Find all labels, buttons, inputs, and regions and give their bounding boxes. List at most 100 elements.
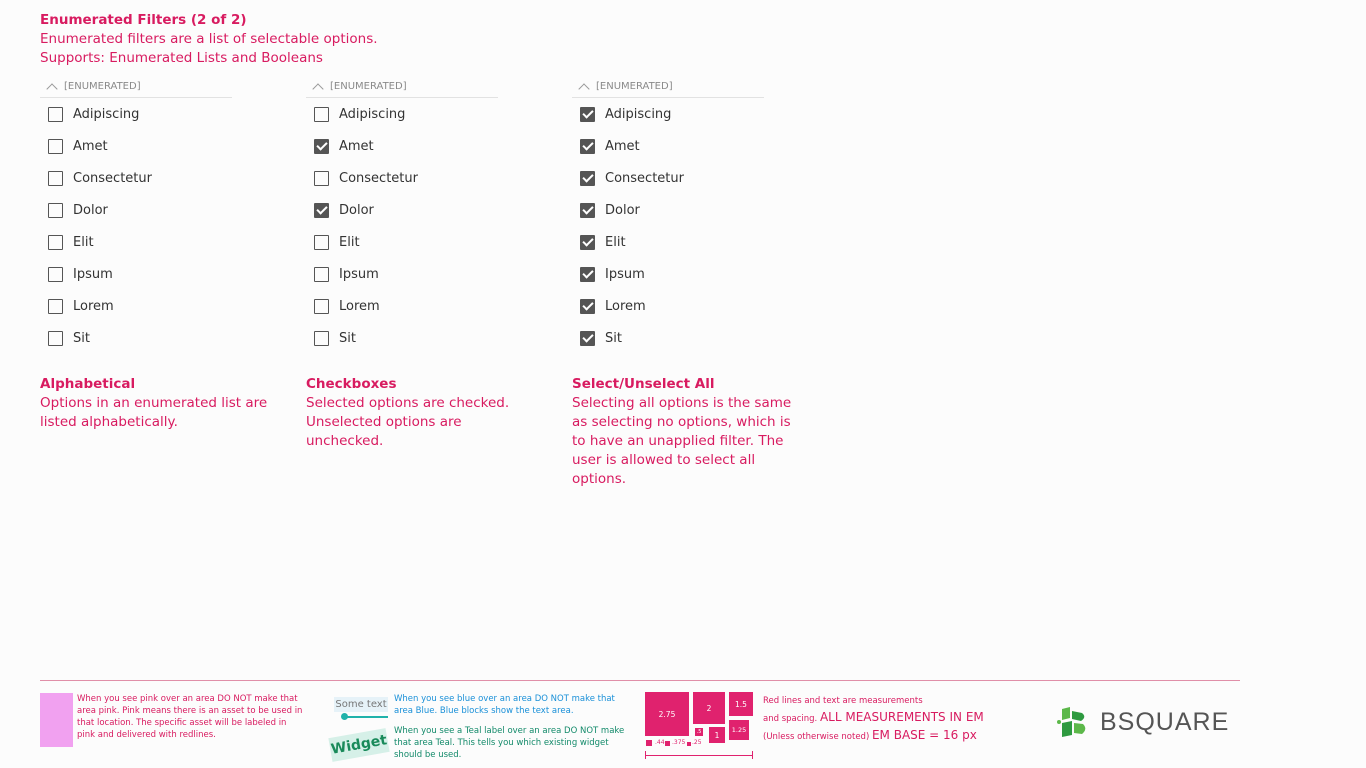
- filter-option-label: Lorem: [605, 298, 646, 314]
- enumerated-filter-3: [ENUMERATED] Adipiscing Amet Consectetur Dol…: [572, 76, 764, 354]
- filter-option[interactable]: Consectetur: [572, 162, 764, 194]
- filter-header-label: [ENUMERATED]: [330, 81, 407, 92]
- filter-option[interactable]: Dolor: [306, 194, 498, 226]
- filter-header-label: [ENUMERATED]: [64, 81, 141, 92]
- checkbox-unchecked[interactable]: [48, 138, 63, 154]
- note-title: Select/Unselect All: [572, 376, 715, 392]
- checkbox-unchecked[interactable]: [314, 170, 329, 186]
- filter-option[interactable]: Sit: [306, 322, 498, 354]
- checkbox-checked[interactable]: [580, 266, 595, 282]
- measure-square-125: 1.25: [729, 720, 749, 740]
- blue-text-sample: Some text: [334, 697, 388, 712]
- filter-option[interactable]: Lorem: [306, 290, 498, 322]
- measure-line-2a: and spacing.: [763, 714, 818, 724]
- filter-option-label: Dolor: [605, 202, 640, 218]
- filter-option-label: Amet: [73, 138, 108, 154]
- measurement-legend: Red lines and text are measurements and …: [763, 693, 1023, 745]
- enumerated-filter-2: [ENUMERATED] Adipiscing Amet Consectetur Dol…: [306, 76, 498, 354]
- measure-line-2b: ALL MEASUREMENTS IN EM: [819, 710, 984, 724]
- page-supports: Supports: Enumerated Lists and Booleans: [40, 50, 323, 66]
- checkbox-unchecked[interactable]: [314, 330, 329, 346]
- checkbox-checked[interactable]: [580, 330, 595, 346]
- measure-square-15: 1.5: [729, 692, 753, 716]
- checkbox-unchecked[interactable]: [48, 266, 63, 282]
- checkbox-checked[interactable]: [580, 138, 595, 154]
- chevron-up-icon[interactable]: [312, 82, 324, 95]
- filter-option-label: Ipsum: [339, 266, 379, 282]
- checkbox-checked[interactable]: [580, 202, 595, 218]
- checkbox-checked[interactable]: [314, 138, 329, 154]
- measure-square-275: 2.75: [645, 692, 689, 736]
- filter-option[interactable]: Ipsum: [40, 258, 232, 290]
- checkbox-checked[interactable]: [580, 106, 595, 122]
- page-description: Enumerated filters are a list of selecta…: [40, 31, 378, 47]
- filter-option-label: Sit: [339, 330, 356, 346]
- filter-option[interactable]: Adipiscing: [306, 98, 498, 130]
- filter-option[interactable]: Dolor: [572, 194, 764, 226]
- filter-option[interactable]: Amet: [40, 130, 232, 162]
- checkbox-checked[interactable]: [580, 234, 595, 250]
- filter-option-label: Elit: [339, 234, 360, 250]
- filter-option[interactable]: Adipiscing: [40, 98, 232, 130]
- filter-option[interactable]: Elit: [572, 226, 764, 258]
- filter-header[interactable]: [ENUMERATED]: [40, 76, 232, 98]
- filter-option-label: Elit: [73, 234, 94, 250]
- filter-option[interactable]: Consectetur: [40, 162, 232, 194]
- teal-legend-text: When you see a Teal label over an area D…: [394, 726, 625, 760]
- filter-option-label: Adipiscing: [339, 106, 406, 122]
- filter-option[interactable]: Lorem: [572, 290, 764, 322]
- measure-label-044: .44: [655, 739, 665, 746]
- filter-header[interactable]: [ENUMERATED]: [306, 76, 498, 98]
- filter-option[interactable]: Ipsum: [306, 258, 498, 290]
- checkbox-checked[interactable]: [314, 202, 329, 218]
- filter-option[interactable]: Adipiscing: [572, 98, 764, 130]
- checkbox-checked[interactable]: [580, 298, 595, 314]
- checkbox-unchecked[interactable]: [314, 234, 329, 250]
- checkbox-unchecked[interactable]: [48, 202, 63, 218]
- blue-legend-text: When you see blue over an area DO NOT ma…: [394, 694, 615, 716]
- filter-note-2: Checkboxes Selected options are checked. …: [306, 375, 538, 451]
- filter-option[interactable]: Elit: [306, 226, 498, 258]
- filter-option-label: Ipsum: [73, 266, 113, 282]
- filter-option[interactable]: Amet: [572, 130, 764, 162]
- checkbox-unchecked[interactable]: [314, 298, 329, 314]
- filter-option[interactable]: Sit: [40, 322, 232, 354]
- checkbox-checked[interactable]: [580, 170, 595, 186]
- filter-option-label: Sit: [605, 330, 622, 346]
- note-title: Alphabetical: [40, 376, 136, 392]
- filter-option-label: Elit: [605, 234, 626, 250]
- slider-sample-track: [344, 716, 388, 718]
- checkbox-unchecked[interactable]: [314, 106, 329, 122]
- filter-option[interactable]: Consectetur: [306, 162, 498, 194]
- checkbox-unchecked[interactable]: [314, 266, 329, 282]
- checkbox-unchecked[interactable]: [48, 170, 63, 186]
- filter-option-label: Lorem: [73, 298, 114, 314]
- filter-option-label: Amet: [605, 138, 640, 154]
- filter-option-label: Consectetur: [339, 170, 418, 186]
- pink-swatch: [40, 693, 73, 747]
- filter-option[interactable]: Dolor: [40, 194, 232, 226]
- chevron-up-icon[interactable]: [578, 82, 590, 95]
- checkbox-unchecked[interactable]: [48, 330, 63, 346]
- note-body: Selecting all options is the same as sel…: [572, 395, 792, 487]
- checkbox-unchecked[interactable]: [48, 298, 63, 314]
- chevron-up-icon[interactable]: [46, 82, 58, 95]
- checkbox-unchecked[interactable]: [48, 106, 63, 122]
- checkbox-unchecked[interactable]: [48, 234, 63, 250]
- filter-option[interactable]: Sit: [572, 322, 764, 354]
- filter-option-label: Dolor: [73, 202, 108, 218]
- filter-header[interactable]: [ENUMERATED]: [572, 76, 764, 98]
- filter-option-label: Adipiscing: [605, 106, 672, 122]
- page-title: Enumerated Filters (2 of 2): [40, 12, 247, 28]
- teal-widget-sample: Widget: [328, 728, 390, 762]
- filter-note-1: Alphabetical Options in an enumerated lis…: [40, 375, 272, 432]
- bsquare-logo-icon: [1057, 707, 1086, 737]
- filter-option[interactable]: Lorem: [40, 290, 232, 322]
- measure-label-0375: .375: [672, 739, 686, 746]
- filter-option[interactable]: Ipsum: [572, 258, 764, 290]
- measure-line-3a: (Unless otherwise noted): [763, 732, 870, 742]
- measure-square-0375: [665, 741, 670, 746]
- filter-option[interactable]: Amet: [306, 130, 498, 162]
- filter-option-label: Adipiscing: [73, 106, 140, 122]
- filter-option[interactable]: Elit: [40, 226, 232, 258]
